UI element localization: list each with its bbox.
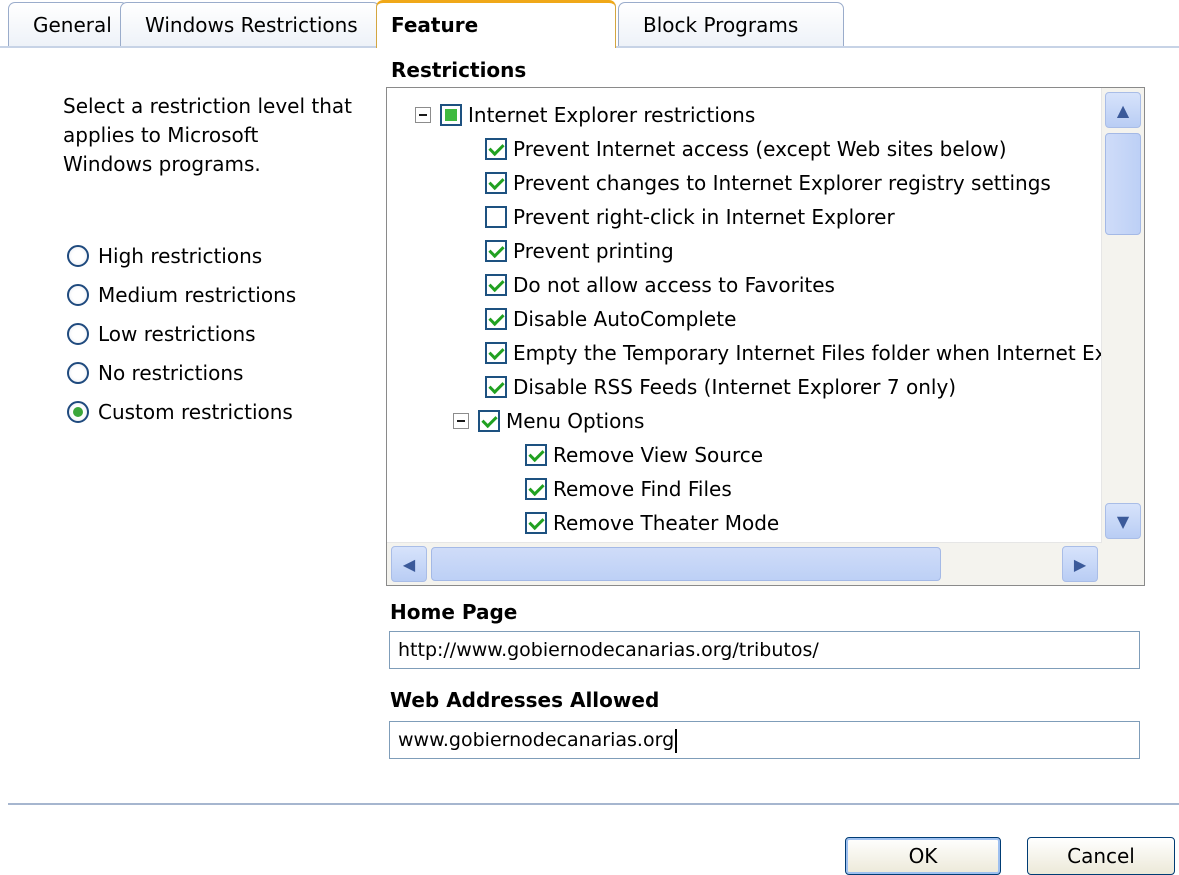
vertical-scrollbar[interactable]: ▲ ▼ [1101, 88, 1144, 543]
web-addresses-label: Web Addresses Allowed [390, 688, 660, 712]
tree-item-label: Remove View Source [553, 443, 764, 467]
tree-checkbox[interactable] [485, 308, 507, 330]
radio-circle-icon [67, 244, 89, 267]
tab-strip: General Windows Restrictions Feature Res… [0, 0, 1179, 82]
tree-checkbox[interactable] [525, 512, 547, 534]
collapse-icon[interactable] [415, 107, 431, 123]
tree-item[interactable]: Empty the Temporary Internet Files folde… [485, 336, 1102, 370]
tree-checkbox[interactable] [478, 410, 500, 432]
ok-button[interactable]: OK [845, 837, 1001, 875]
tree-item[interactable]: Disable AutoComplete [485, 302, 736, 336]
scroll-right-icon[interactable]: ▶ [1062, 546, 1098, 582]
web-addresses-value: www.gobiernodecanarias.org [398, 729, 675, 751]
scrollbar-corner [1102, 543, 1144, 585]
radio-low-restrictions[interactable]: Low restrictions [67, 314, 296, 353]
tab-block-programs[interactable]: Block Programs [618, 2, 844, 46]
tree-item-label: Prevent printing [513, 239, 674, 263]
vertical-scroll-thumb[interactable] [1105, 133, 1141, 235]
radio-high-restrictions[interactable]: High restrictions [67, 236, 296, 275]
tree-item-label: Empty the Temporary Internet Files folde… [513, 341, 1102, 365]
tree-checkbox[interactable] [485, 274, 507, 296]
tree-node-menu-options[interactable]: Menu Options [453, 404, 644, 438]
radio-circle-icon [67, 400, 89, 423]
text-caret [675, 728, 678, 753]
restriction-level-group: High restrictions Medium restrictions Lo… [67, 236, 296, 431]
tree-item[interactable]: Do not allow access to Favorites [485, 268, 835, 302]
tree-checkbox[interactable] [525, 444, 547, 466]
radio-label: High restrictions [98, 243, 263, 268]
feature-tree[interactable]: Internet Explorer restrictions Prevent I… [386, 87, 1145, 586]
radio-label: Custom restrictions [98, 399, 293, 424]
scroll-down-icon[interactable]: ▼ [1105, 503, 1141, 539]
tree-item[interactable]: Remove Find Files [525, 472, 732, 506]
tree-item-label: Remove Find Files [553, 477, 732, 501]
tree-content: Internet Explorer restrictions Prevent I… [387, 88, 1102, 543]
tree-item[interactable]: Disable RSS Feeds (Internet Explorer 7 o… [485, 370, 956, 404]
tree-item[interactable]: Remove Theater Mode [525, 506, 779, 540]
tree-item-label: Do not allow access to Favorites [513, 273, 835, 297]
tree-checkbox[interactable] [485, 240, 507, 262]
tree-item[interactable]: Prevent printing [485, 234, 674, 268]
tree-node-label: Internet Explorer restrictions [468, 103, 756, 127]
radio-label: No restrictions [98, 360, 244, 385]
tree-checkbox[interactable] [485, 172, 507, 194]
tree-item[interactable]: Prevent Internet access (except Web site… [485, 132, 1007, 166]
tree-item-label: Disable RSS Feeds (Internet Explorer 7 o… [513, 375, 957, 399]
horizontal-scroll-thumb[interactable] [431, 547, 941, 581]
tab-windows-restrictions[interactable]: Windows Restrictions [120, 2, 380, 46]
tree-checkbox[interactable] [485, 342, 507, 364]
tree-checkbox[interactable] [485, 206, 507, 228]
tree-item[interactable]: Remove View Source [525, 438, 763, 472]
collapse-icon[interactable] [453, 413, 469, 429]
tree-item[interactable]: Prevent changes to Internet Explorer reg… [485, 166, 1051, 200]
cancel-button[interactable]: Cancel [1027, 837, 1175, 875]
radio-no-restrictions[interactable]: No restrictions [67, 353, 296, 392]
bottom-divider [8, 803, 1179, 805]
tree-item-label: Prevent Internet access (except Web site… [513, 137, 1007, 161]
tree-item-label: Disable AutoComplete [513, 307, 737, 331]
radio-circle-icon [67, 283, 89, 306]
radio-custom-restrictions[interactable]: Custom restrictions [67, 392, 296, 431]
tree-node-ie-restrictions[interactable]: Internet Explorer restrictions [415, 98, 755, 132]
radio-circle-icon [67, 322, 89, 345]
radio-medium-restrictions[interactable]: Medium restrictions [67, 275, 296, 314]
tree-checkbox[interactable] [485, 138, 507, 160]
tree-checkbox[interactable] [440, 104, 462, 126]
tab-general[interactable]: General [8, 2, 128, 46]
tree-item[interactable]: Prevent right-click in Internet Explorer [485, 200, 895, 234]
tree-item-label: Prevent right-click in Internet Explorer [513, 205, 895, 229]
tree-node-label: Menu Options [506, 409, 645, 433]
tree-checkbox[interactable] [485, 376, 507, 398]
home-page-label: Home Page [390, 600, 518, 624]
tab-feature-restrictions[interactable]: Feature Restrictions [376, 0, 616, 82]
home-page-input[interactable]: http://www.gobiernodecanarias.org/tribut… [389, 631, 1140, 669]
tree-checkbox[interactable] [525, 478, 547, 500]
radio-label: Low restrictions [98, 321, 256, 346]
scroll-up-icon[interactable]: ▲ [1105, 92, 1141, 128]
scroll-left-icon[interactable]: ◀ [391, 546, 427, 582]
radio-label: Medium restrictions [98, 282, 297, 307]
web-addresses-input[interactable]: www.gobiernodecanarias.org [389, 721, 1140, 759]
tree-item-label: Prevent changes to Internet Explorer reg… [513, 171, 1051, 195]
tree-item-label: Remove Theater Mode [553, 511, 780, 535]
restriction-description: Select a restriction level that applies … [63, 94, 352, 176]
horizontal-scrollbar[interactable]: ◀ ▶ [387, 542, 1102, 585]
radio-circle-icon [67, 361, 89, 384]
